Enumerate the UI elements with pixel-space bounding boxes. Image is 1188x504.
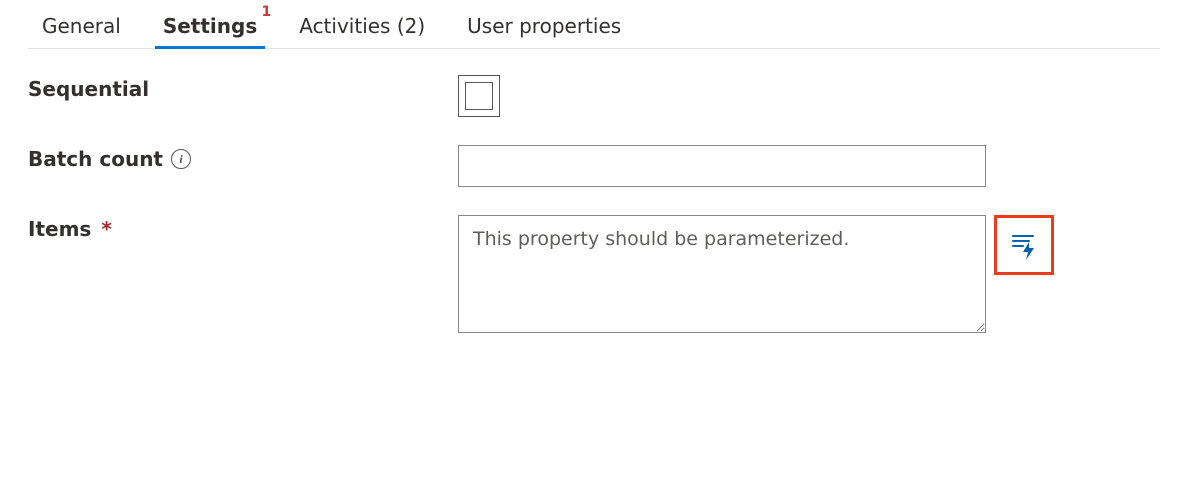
row-batch-count: Batch count i	[28, 145, 1160, 187]
batch-count-label: Batch count i	[28, 145, 458, 171]
info-icon[interactable]: i	[171, 149, 191, 169]
row-sequential: Sequential	[28, 75, 1160, 117]
dynamic-content-icon	[1009, 230, 1039, 260]
dynamic-content-button[interactable]	[994, 215, 1054, 275]
tab-settings-label: Settings	[163, 14, 257, 38]
settings-form: Sequential Batch count i Items *	[28, 49, 1160, 333]
batch-count-input[interactable]	[458, 145, 986, 187]
tab-bar: General Settings 1 Activities (2) User p…	[28, 6, 1160, 49]
tab-activities[interactable]: Activities (2)	[285, 10, 439, 48]
tab-general[interactable]: General	[28, 10, 135, 48]
items-textarea[interactable]	[458, 215, 986, 333]
items-label: Items *	[28, 215, 458, 241]
checkbox-inner-square	[465, 82, 493, 110]
tab-user-properties[interactable]: User properties	[453, 10, 635, 48]
sequential-label: Sequential	[28, 75, 458, 101]
required-asterisk: *	[101, 217, 111, 241]
row-items: Items *	[28, 215, 1160, 333]
tab-settings-badge: 1	[261, 4, 271, 20]
tab-settings[interactable]: Settings 1	[149, 10, 271, 48]
items-field-wrap	[458, 215, 1054, 333]
sequential-checkbox[interactable]	[458, 75, 500, 117]
